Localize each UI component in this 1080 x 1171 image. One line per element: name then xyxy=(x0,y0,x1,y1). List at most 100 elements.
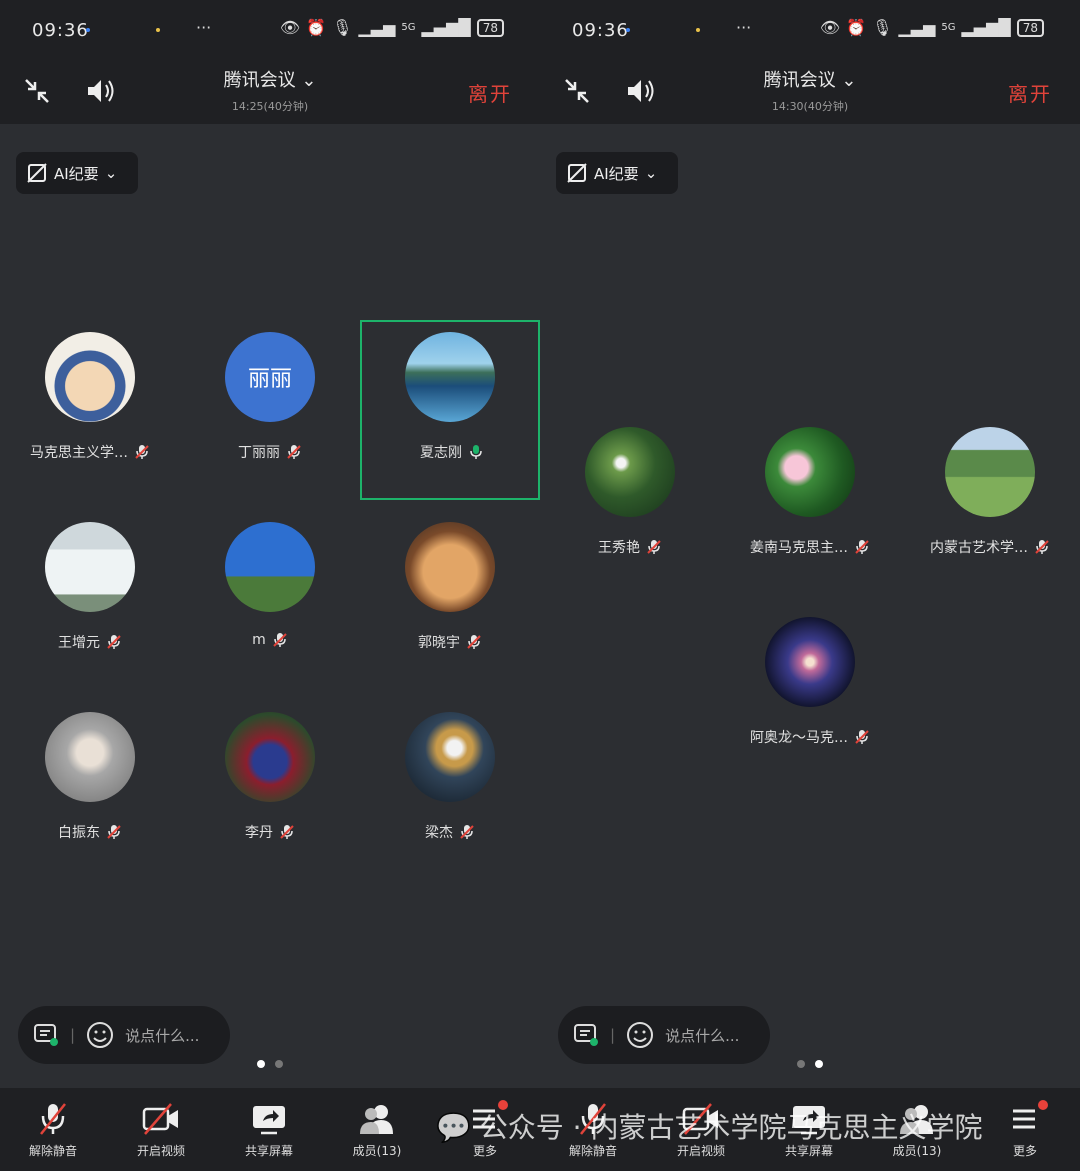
eye-icon: 👁 xyxy=(819,18,841,37)
leave-button[interactable]: 离开 xyxy=(468,78,512,107)
signal-icon: ▂▄▆█ xyxy=(421,18,471,37)
avatar xyxy=(45,522,135,612)
avatar xyxy=(45,712,135,802)
status-more-dots: ··· xyxy=(196,18,212,37)
share-screen-button[interactable]: 共享屏幕 xyxy=(224,1102,314,1159)
participant-tile[interactable]: 梁杰 xyxy=(360,700,540,880)
mic-off-icon xyxy=(459,824,475,840)
mic-off-icon xyxy=(272,632,288,648)
participant-tile[interactable]: 阿奥龙～马克… xyxy=(720,605,900,785)
meeting-header: 腾讯会议 ⌄ 14:30(40分钟) 离开 xyxy=(540,58,1080,124)
avatar xyxy=(405,712,495,802)
chat-input-bar[interactable]: | 说点什么... xyxy=(18,1006,230,1064)
wechat-icon: 💬 xyxy=(436,1111,471,1144)
mic-off-icon xyxy=(134,444,150,460)
ai-summary-icon xyxy=(27,163,47,183)
mic-off-icon xyxy=(106,634,122,650)
meeting-title[interactable]: 腾讯会议 ⌄ xyxy=(540,66,1080,92)
mic-off-icon xyxy=(40,1103,66,1135)
ai-summary-label: AI纪要 xyxy=(54,164,99,183)
network-label: 5G xyxy=(401,22,416,33)
page-dot-active[interactable] xyxy=(257,1060,265,1068)
participant-tile[interactable]: m xyxy=(180,510,360,690)
avatar xyxy=(945,427,1035,517)
ai-summary-icon xyxy=(567,163,587,183)
members-button[interactable]: 成员(13) xyxy=(332,1102,422,1159)
participant-name: 王秀艳 xyxy=(598,540,640,556)
divider: | xyxy=(70,1026,76,1044)
status-bar: 09:36 ··· 👁 ⏰ 🎙 ▁▃▅ 5G ▂▄▆█ 78 xyxy=(0,0,540,58)
meeting-duration: 14:25(40分钟) xyxy=(231,100,309,113)
page-indicator xyxy=(540,1060,1080,1068)
participant-name: 王增元 xyxy=(58,635,100,651)
wechat-watermark: 💬 公众号 · 内蒙古艺术学院马克思主义学院 xyxy=(436,1111,983,1144)
participant-name: m xyxy=(252,632,266,648)
participant-tile[interactable]: 王增元 xyxy=(0,510,180,690)
notification-badge xyxy=(1038,1100,1048,1110)
mic-status-icon: 🎙 xyxy=(872,18,893,37)
status-dot-icon xyxy=(156,28,160,32)
avatar xyxy=(225,522,315,612)
status-bar: 09:36 ··· 👁 ⏰ 🎙 ▁▃▅ 5G ▂▄▆█ 78 xyxy=(540,0,1080,58)
participant-name: 姜南马克思主… xyxy=(750,540,848,556)
status-time: 09:36 xyxy=(32,20,89,41)
chat-placeholder: 说点什么... xyxy=(665,1026,740,1045)
unmute-button[interactable]: 解除静音 xyxy=(8,1102,98,1159)
video-off-icon xyxy=(142,1103,178,1135)
meeting-title[interactable]: 腾讯会议 ⌄ xyxy=(0,66,540,92)
mic-off-icon xyxy=(854,729,870,745)
participant-tile[interactable]: 王秀艳 xyxy=(540,415,720,595)
mic-off-icon xyxy=(106,824,122,840)
participant-tile[interactable]: 郭晓宇 xyxy=(360,510,540,690)
mic-off-icon xyxy=(1034,539,1050,555)
status-time: 09:36 xyxy=(572,20,629,41)
battery-icon: 78 xyxy=(476,18,504,37)
participant-tile[interactable]: 白振东 xyxy=(0,700,180,880)
alarm-icon: ⏰ xyxy=(306,18,327,37)
signal-icon: ▁▃▅ xyxy=(358,18,396,37)
network-label: 5G xyxy=(941,22,956,33)
emoji-icon[interactable] xyxy=(85,1020,115,1050)
chat-input-bar[interactable]: | 说点什么... xyxy=(558,1006,770,1064)
meeting-header: 腾讯会议 ⌄ 14:25(40分钟) 离开 xyxy=(0,58,540,124)
more-button[interactable]: 更多 xyxy=(980,1100,1070,1159)
avatar xyxy=(405,522,495,612)
meeting-screen-page-1: 09:36 ··· 👁 ⏰ 🎙 ▁▃▅ 5G ▂▄▆█ 78 腾讯会议 ⌄ 14… xyxy=(0,0,540,1171)
meeting-screen-page-2: 09:36 ··· 👁 ⏰ 🎙 ▁▃▅ 5G ▂▄▆█ 78 腾讯会议 ⌄ 14… xyxy=(540,0,1080,1171)
page-dot[interactable] xyxy=(797,1060,805,1068)
participant-tile[interactable]: 马克思主义学… xyxy=(0,320,180,500)
meeting-duration: 14:30(40分钟) xyxy=(771,100,849,113)
start-video-button[interactable]: 开启视频 xyxy=(116,1102,206,1159)
participant-tile-active-speaker[interactable]: 夏志刚 xyxy=(360,320,540,500)
chevron-down-icon: ⌄ xyxy=(644,164,658,182)
mic-status-icon: 🎙 xyxy=(332,18,353,37)
ai-summary-button[interactable]: AI纪要 ⌄ xyxy=(16,152,138,194)
page-indicator xyxy=(0,1060,540,1068)
avatar: 丽丽 xyxy=(225,332,315,422)
page-dot[interactable] xyxy=(275,1060,283,1068)
participant-name: 郭晓宇 xyxy=(418,635,460,651)
members-icon xyxy=(360,1105,393,1134)
avatar xyxy=(585,427,675,517)
participant-tile[interactable]: 内蒙古艺术学… xyxy=(900,415,1080,595)
mic-off-icon xyxy=(286,444,302,460)
avatar xyxy=(45,332,135,422)
share-screen-icon xyxy=(253,1106,285,1135)
emoji-icon[interactable] xyxy=(625,1020,655,1050)
alarm-icon: ⏰ xyxy=(846,18,867,37)
participant-tile[interactable]: 丽丽 丁丽丽 xyxy=(180,320,360,500)
status-right: 👁 ⏰ 🎙 ▁▃▅ 5G ▂▄▆█ 78 xyxy=(820,18,1044,37)
page-dot-active[interactable] xyxy=(815,1060,823,1068)
avatar xyxy=(765,617,855,707)
participant-name: 梁杰 xyxy=(425,825,453,841)
chat-list-icon[interactable] xyxy=(572,1021,600,1049)
participant-name: 马克思主义学… xyxy=(30,445,128,461)
mic-off-icon xyxy=(646,539,662,555)
participant-tile[interactable]: 姜南马克思主… xyxy=(720,415,900,595)
leave-button[interactable]: 离开 xyxy=(1008,78,1052,107)
chat-list-icon[interactable] xyxy=(32,1021,60,1049)
ai-summary-button[interactable]: AI纪要 ⌄ xyxy=(556,152,678,194)
participant-name: 丁丽丽 xyxy=(238,445,280,461)
status-dot-icon xyxy=(696,28,700,32)
participant-tile[interactable]: 李丹 xyxy=(180,700,360,880)
